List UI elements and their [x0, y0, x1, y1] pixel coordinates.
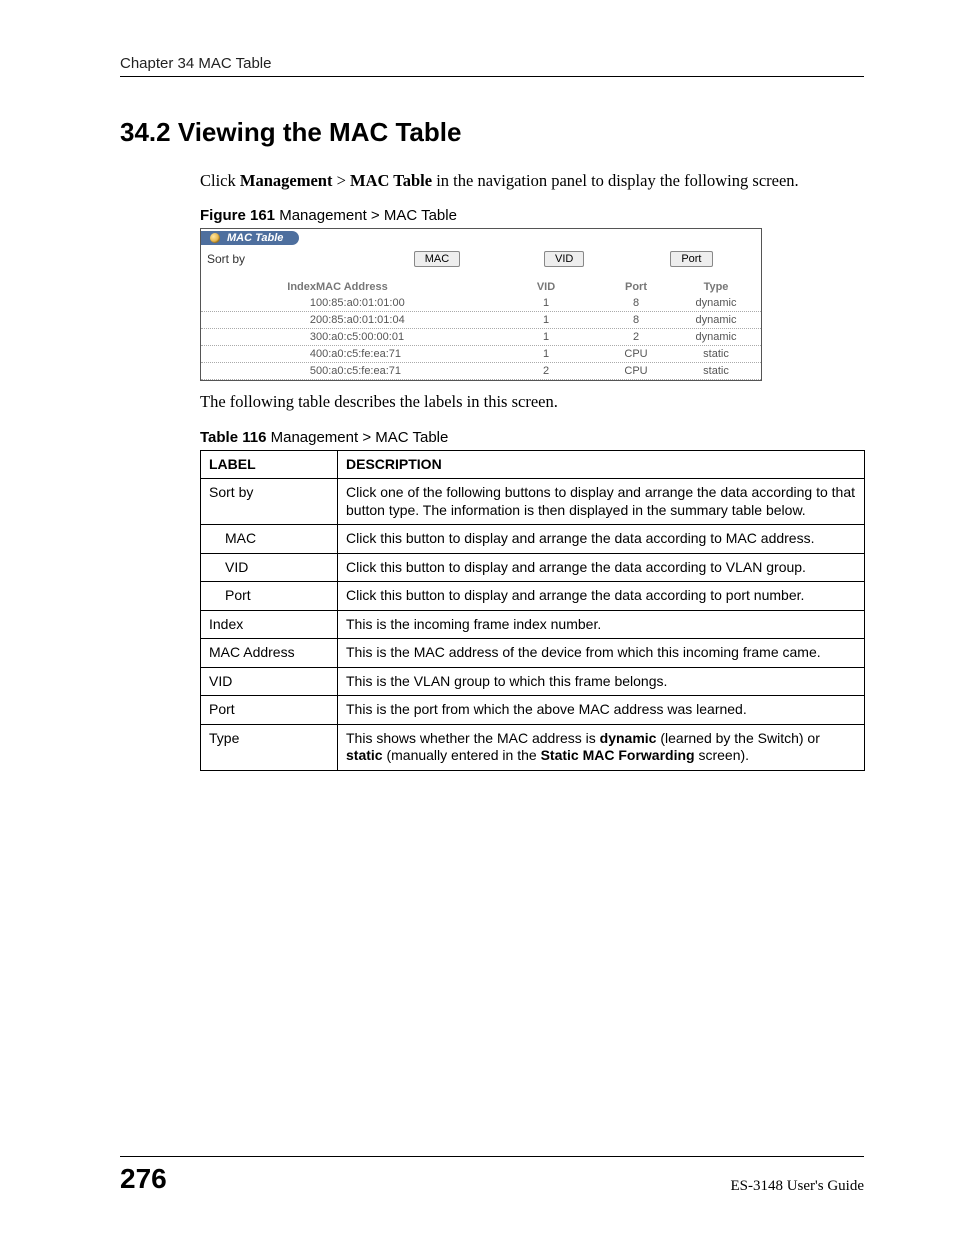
desc-text: This is the incoming frame index number.	[338, 610, 865, 639]
desc-row: PortThis is the port from which the abov…	[201, 696, 865, 725]
sortby-label: Sort by	[207, 252, 373, 266]
desc-text: This is the VLAN group to which this fra…	[338, 667, 865, 696]
figure-cell-port: 2	[596, 329, 676, 345]
table-caption-num: Table 116	[200, 429, 266, 446]
figure-mac-table: MAC Table Sort by MAC VID Port Index MAC…	[200, 228, 762, 381]
figure-tab-header: MAC Table	[201, 229, 761, 247]
sort-port-button[interactable]: Port	[670, 251, 712, 267]
desc-text: Click this button to display and arrange…	[338, 582, 865, 611]
desc-label: Sort by	[201, 479, 338, 525]
figure-cell-mac: 00:a0:c5:00:00:01	[316, 329, 496, 345]
figure-row: 400:a0:c5:fe:ea:711CPUstatic	[201, 346, 761, 363]
desc-text: This is the MAC address of the device fr…	[338, 639, 865, 668]
figure-tab-title: MAC Table	[227, 232, 283, 244]
col-mac: MAC Address	[316, 279, 496, 295]
guide-name: ES-3148 User's Guide	[730, 1178, 864, 1195]
desc-row: Sort byClick one of the following button…	[201, 479, 865, 525]
desc-label: Index	[201, 610, 338, 639]
page-footer: 276 ES-3148 User's Guide	[120, 1156, 864, 1195]
desc-label: VID	[201, 667, 338, 696]
figure-cell-vid: 1	[496, 346, 596, 362]
figure-cell-type: static	[676, 363, 756, 379]
figure-cell-vid: 1	[496, 295, 596, 311]
figure-cell-mac: 00:85:a0:01:01:04	[316, 312, 496, 328]
figure-cell-type: dynamic	[676, 295, 756, 311]
figure-row: 200:85:a0:01:01:0418dynamic	[201, 312, 761, 329]
intro-post: in the navigation panel to display the f…	[432, 171, 799, 190]
figure-cell-mac: 00:a0:c5:fe:ea:71	[316, 346, 496, 362]
figure-cell-type: dynamic	[676, 312, 756, 328]
section-heading: 34.2 Viewing the MAC Table	[120, 117, 864, 148]
intro-management: Management	[240, 171, 333, 190]
figure-cell-type: dynamic	[676, 329, 756, 345]
desc-row: VIDThis is the VLAN group to which this …	[201, 667, 865, 696]
figure-cell-port: CPU	[596, 346, 676, 362]
desc-label: MAC Address	[201, 639, 338, 668]
desc-text: This shows whether the MAC address is dy…	[338, 724, 865, 770]
col-port: Port	[596, 279, 676, 295]
desc-label: Port	[201, 696, 338, 725]
desc-label: Type	[201, 724, 338, 770]
desc-row: MAC AddressThis is the MAC address of th…	[201, 639, 865, 668]
sort-mac-button[interactable]: MAC	[414, 251, 460, 267]
desc-label: MAC	[201, 525, 338, 554]
description-table: LABEL DESCRIPTION Sort byClick one of th…	[200, 450, 865, 771]
intro-paragraph: Click Management > MAC Table in the navi…	[200, 170, 864, 191]
intro-pre: Click	[200, 171, 240, 190]
desc-text: Click one of the following buttons to di…	[338, 479, 865, 525]
figure-cell-port: 8	[596, 312, 676, 328]
col-vid: VID	[496, 279, 596, 295]
figure-cell-index: 5	[201, 363, 316, 379]
desc-th-label: LABEL	[201, 450, 338, 479]
figure-row: 500:a0:c5:fe:ea:712CPUstatic	[201, 363, 761, 380]
figure-cell-mac: 00:a0:c5:fe:ea:71	[316, 363, 496, 379]
desc-row: IndexThis is the incoming frame index nu…	[201, 610, 865, 639]
col-index: Index	[201, 279, 316, 295]
figure-cell-index: 1	[201, 295, 316, 311]
sort-vid-button[interactable]: VID	[544, 251, 584, 267]
desc-row: VIDClick this button to display and arra…	[201, 553, 865, 582]
figure-caption-num: Figure 161	[200, 207, 275, 224]
figure-caption-text: Management > MAC Table	[275, 207, 457, 224]
figure-header-row: Index MAC Address VID Port Type	[201, 279, 761, 295]
col-type: Type	[676, 279, 756, 295]
desc-label: VID	[201, 553, 338, 582]
desc-text: Click this button to display and arrange…	[338, 525, 865, 554]
figure-cell-index: 3	[201, 329, 316, 345]
figure-row: 300:a0:c5:00:00:0112dynamic	[201, 329, 761, 346]
figure-cell-vid: 1	[496, 312, 596, 328]
sortby-row: Sort by MAC VID Port	[201, 247, 761, 279]
chapter-header: Chapter 34 MAC Table	[120, 55, 864, 77]
desc-row: PortClick this button to display and arr…	[201, 582, 865, 611]
figure-cell-port: 8	[596, 295, 676, 311]
desc-th-desc: DESCRIPTION	[338, 450, 865, 479]
desc-text: Click this button to display and arrange…	[338, 553, 865, 582]
tab-dot-icon	[210, 233, 220, 243]
intro-gt: >	[332, 171, 350, 190]
figure-cell-index: 2	[201, 312, 316, 328]
desc-label: Port	[201, 582, 338, 611]
table-intro: The following table describes the labels…	[200, 391, 864, 412]
figure-cell-vid: 1	[496, 329, 596, 345]
figure-row: 100:85:a0:01:01:0018dynamic	[201, 295, 761, 312]
figure-cell-vid: 2	[496, 363, 596, 379]
figure-cell-type: static	[676, 346, 756, 362]
figure-cell-port: CPU	[596, 363, 676, 379]
intro-mac-table: MAC Table	[350, 171, 432, 190]
figure-tab: MAC Table	[201, 231, 299, 245]
figure-cell-mac: 00:85:a0:01:01:00	[316, 295, 496, 311]
desc-row: MACClick this button to display and arra…	[201, 525, 865, 554]
table-caption: Table 116 Management > MAC Table	[200, 429, 864, 446]
figure-caption: Figure 161 Management > MAC Table	[200, 207, 864, 224]
figure-cell-index: 4	[201, 346, 316, 362]
desc-text: This is the port from which the above MA…	[338, 696, 865, 725]
desc-row: TypeThis shows whether the MAC address i…	[201, 724, 865, 770]
page-number: 276	[120, 1163, 167, 1195]
table-caption-text: Management > MAC Table	[266, 429, 448, 446]
